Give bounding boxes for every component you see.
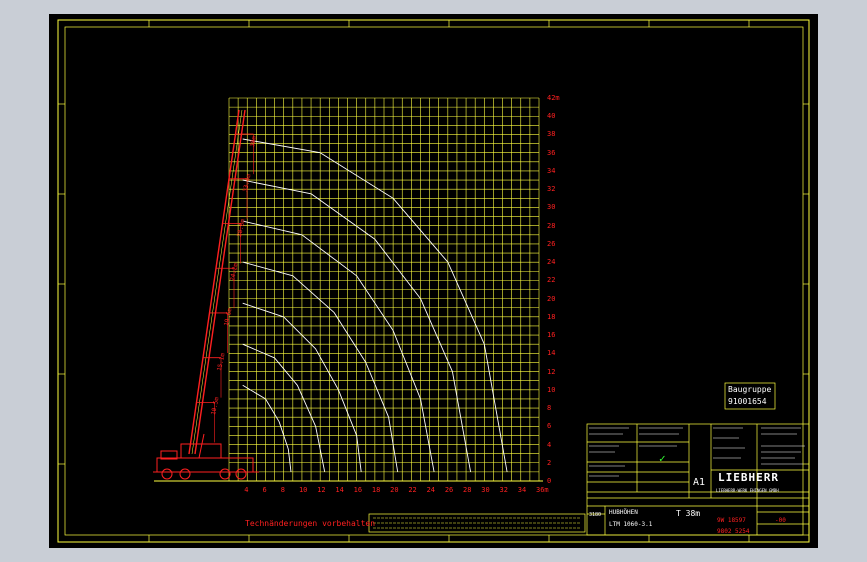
title-line-1: HUBHÖHEN bbox=[609, 509, 638, 516]
boom-section-label: 38m bbox=[248, 135, 258, 148]
x-tick-label: 24 bbox=[426, 486, 436, 494]
doc-number: 9802 5254 bbox=[717, 528, 750, 535]
y-tick-label: 30 bbox=[547, 203, 556, 212]
x-tick-label: 34 bbox=[517, 486, 527, 494]
group-number: 91001654 bbox=[728, 397, 767, 406]
wheel-icon bbox=[235, 468, 247, 480]
y-tick-label: 14 bbox=[547, 349, 556, 358]
luffing-cylinder bbox=[198, 433, 205, 459]
y-tick-label: 40 bbox=[547, 112, 556, 121]
cad-drawing bbox=[57, 19, 810, 543]
y-tick-label: 8 bbox=[547, 404, 552, 413]
wheel-icon bbox=[161, 468, 173, 480]
y-tick-label: 10 bbox=[547, 385, 556, 394]
y-tick-label: 6 bbox=[547, 422, 552, 431]
x-tick-label: 30 bbox=[481, 486, 490, 494]
y-tick-label: 4 bbox=[547, 440, 552, 449]
part-number: 9W 18597 bbox=[717, 517, 746, 524]
y-tick-label: 42m bbox=[547, 94, 560, 102]
x-tick-label: 8 bbox=[280, 486, 285, 494]
check-icon: ✓ bbox=[659, 452, 666, 465]
y-tick-label: 18 bbox=[547, 312, 556, 321]
x-tick-label: 6 bbox=[262, 486, 267, 494]
tech-changes-note: Technänderungen vorbehalten bbox=[245, 519, 376, 528]
y-tick-label: 32 bbox=[547, 185, 556, 194]
group-label: Baugruppe bbox=[728, 385, 772, 394]
x-tick-label: 16 bbox=[353, 486, 363, 494]
y-tick-label: 0 bbox=[547, 477, 552, 485]
wheel-icon bbox=[219, 468, 231, 480]
x-tick-label: 14 bbox=[335, 486, 344, 494]
x-tick-label: 18 bbox=[371, 486, 381, 494]
y-tick-label: 34 bbox=[547, 166, 556, 175]
y-tick-label: 20 bbox=[547, 294, 556, 303]
crane-carrier bbox=[153, 433, 259, 480]
x-tick-label: 28 bbox=[463, 486, 472, 494]
y-tick-label: 16 bbox=[547, 331, 556, 340]
left-code: 3180 bbox=[589, 512, 602, 518]
brand-logo: LIEBHERR bbox=[718, 471, 779, 484]
x-tick-label: 10 bbox=[298, 486, 308, 494]
y-tick-label: 24 bbox=[547, 258, 556, 267]
index-number: -00 bbox=[775, 517, 786, 524]
drawing-sheet: 0 2 4 6 8 10 12 14 16 18 20 22 24 26 28 30 32 34 36 38 40 42m… bbox=[49, 14, 818, 548]
x-tick-label: 26 bbox=[444, 486, 454, 494]
x-tick-label: 20 bbox=[390, 486, 399, 494]
fine-print bbox=[589, 427, 805, 477]
y-tick-label: 2 bbox=[547, 458, 552, 467]
frame-ticks bbox=[58, 20, 809, 542]
x-tick-label: 32 bbox=[499, 486, 508, 494]
x-tick-label: 36m bbox=[536, 486, 549, 494]
y-tick-label: 28 bbox=[547, 221, 556, 230]
brand-subtitle: LIEBHERR-WERK EHINGEN GMBH bbox=[716, 488, 779, 493]
wheel-icon bbox=[179, 468, 191, 480]
notes-fine-print bbox=[373, 517, 581, 529]
y-tick-label: 22 bbox=[547, 276, 556, 285]
y-tick-label: 12 bbox=[547, 367, 556, 376]
y-tick-label: 38 bbox=[547, 130, 556, 139]
y-tick-label: 36 bbox=[547, 148, 556, 157]
boom-length-label: T 38m bbox=[676, 509, 701, 518]
outer-frame bbox=[57, 19, 810, 543]
y-tick-label: 26 bbox=[547, 239, 556, 248]
x-tick-label: 12 bbox=[317, 486, 326, 494]
x-tick-label: 4 bbox=[244, 486, 249, 494]
sheet-size: A1 bbox=[693, 477, 706, 488]
title-line-2: LTM 1060-3.1 bbox=[609, 521, 653, 528]
x-tick-label: 22 bbox=[408, 486, 417, 494]
